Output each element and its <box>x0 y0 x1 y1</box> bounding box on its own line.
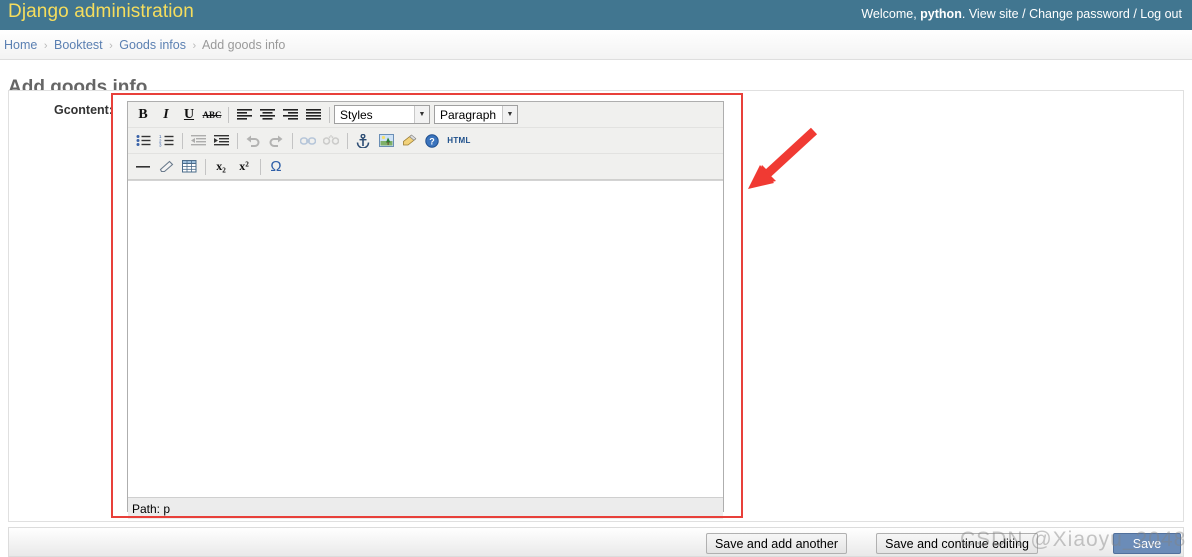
editor-toolbar-row-2: 123 ? <box>128 128 723 154</box>
paragraph-select-value: Paragraph <box>435 108 502 122</box>
breadcrumb-separator-2: › <box>106 40 116 52</box>
toolbar-separator <box>260 159 261 175</box>
horizontal-rule-icon[interactable] <box>132 157 154 177</box>
user-tools: Welcome, python. View site / Change pass… <box>861 7 1182 21</box>
site-branding: Django administration <box>8 1 194 23</box>
align-center-icon[interactable] <box>256 105 278 125</box>
user-tools-separator-2: / <box>1133 7 1136 21</box>
toolbar-separator <box>292 133 293 149</box>
indent-icon[interactable] <box>210 131 232 151</box>
change-password-link[interactable]: Change password <box>1029 7 1130 21</box>
toolbar-separator <box>237 133 238 149</box>
gcontent-field-label: Gcontent: <box>23 103 113 117</box>
toolbar-separator <box>347 133 348 149</box>
svg-text:?: ? <box>429 136 435 146</box>
styles-select-value: Styles <box>335 108 414 122</box>
toolbar-separator <box>182 133 183 149</box>
html-source-button[interactable]: HTML <box>444 131 474 151</box>
breadcrumb-separator-3: › <box>189 40 199 52</box>
editor-toolbar-row-1: B I U ABC Styles ▼ Paragraph ▼ <box>128 102 723 128</box>
italic-icon[interactable]: I <box>155 105 177 125</box>
subscript-icon[interactable]: x₂ <box>210 157 232 177</box>
username-label: python <box>920 7 962 21</box>
align-right-icon[interactable] <box>279 105 301 125</box>
align-left-icon[interactable] <box>233 105 255 125</box>
user-tools-separator-1: / <box>1022 7 1025 21</box>
editor-toolbar-row-3: x₂ x² Ω <box>128 154 723 180</box>
toolbar-separator <box>329 107 330 123</box>
paragraph-select[interactable]: Paragraph ▼ <box>434 105 518 124</box>
styles-select[interactable]: Styles ▼ <box>334 105 430 124</box>
link-icon[interactable] <box>297 131 319 151</box>
submit-row: Save and add another Save and continue e… <box>8 527 1184 557</box>
chevron-down-icon: ▼ <box>502 106 517 123</box>
save-and-add-another-button[interactable]: Save and add another <box>706 533 847 554</box>
welcome-text: Welcome, <box>861 7 916 21</box>
tinymce-editor[interactable]: B I U ABC Styles ▼ Paragraph ▼ <box>127 101 724 512</box>
redo-icon[interactable] <box>265 131 287 151</box>
numbered-list-icon[interactable]: 123 <box>155 131 177 151</box>
superscript-icon[interactable]: x² <box>233 157 255 177</box>
breadcrumb-item-home[interactable]: Home <box>4 38 37 52</box>
breadcrumb-item-current: Add goods info <box>202 38 285 52</box>
breadcrumb-separator-1: › <box>41 40 51 52</box>
align-justify-icon[interactable] <box>302 105 324 125</box>
view-site-link[interactable]: View site <box>969 7 1019 21</box>
chevron-down-icon: ▼ <box>414 106 429 123</box>
cleanup-brush-icon[interactable] <box>398 131 420 151</box>
underline-icon[interactable]: U <box>178 105 200 125</box>
breadcrumb-item-goods-infos[interactable]: Goods infos <box>119 38 186 52</box>
svg-text:3: 3 <box>159 143 162 148</box>
remove-format-eraser-icon[interactable] <box>155 157 177 177</box>
admin-header: Django administration Welcome, python. V… <box>0 0 1192 30</box>
strikethrough-icon[interactable]: ABC <box>201 105 223 125</box>
toolbar-separator <box>228 107 229 123</box>
unlink-icon[interactable] <box>320 131 342 151</box>
outdent-icon[interactable] <box>187 131 209 151</box>
image-icon[interactable] <box>375 131 397 151</box>
editor-statusbar-path: Path: p <box>128 497 723 519</box>
special-character-omega-icon[interactable]: Ω <box>265 157 287 177</box>
breadcrumb-item-booktest[interactable]: Booktest <box>54 38 103 52</box>
breadcrumb: Home › Booktest › Goods infos › Add good… <box>0 30 1192 60</box>
anchor-icon[interactable] <box>352 131 374 151</box>
toolbar-separator <box>205 159 206 175</box>
help-icon[interactable]: ? <box>421 131 443 151</box>
save-button[interactable]: Save <box>1113 533 1181 554</box>
bold-icon[interactable]: B <box>132 105 154 125</box>
undo-icon[interactable] <box>242 131 264 151</box>
logout-link[interactable]: Log out <box>1140 7 1182 21</box>
editor-content-area[interactable] <box>128 180 723 497</box>
save-and-continue-editing-button[interactable]: Save and continue editing <box>876 533 1038 554</box>
welcome-period: . <box>962 7 965 21</box>
table-icon[interactable] <box>178 157 200 177</box>
bullet-list-icon[interactable] <box>132 131 154 151</box>
